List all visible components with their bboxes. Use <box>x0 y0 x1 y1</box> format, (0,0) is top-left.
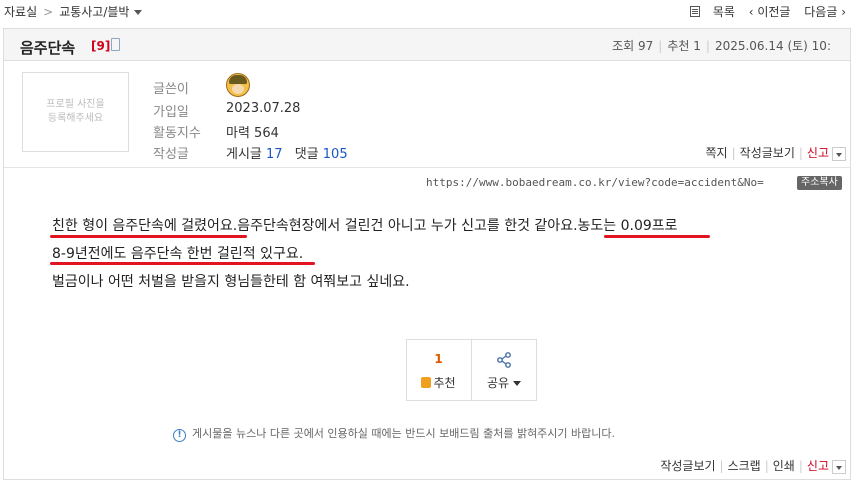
joined-date: 2023.07.28 <box>226 101 301 116</box>
writer-label: 글쓴이 <box>153 82 189 97</box>
underline-highlight <box>604 235 710 238</box>
message-link[interactable]: 쪽지 <box>706 146 728 160</box>
posts-label: 작성글 <box>153 147 189 162</box>
content-line-1: 친한 형이 음주단속에 걸렸어요.음주단속현장에서 걸린건 아니고 누가 신고를… <box>52 215 678 235</box>
post-date: 2025.06.14 (토) 10: <box>714 39 831 53</box>
chevron-down-icon <box>513 381 522 386</box>
underline-highlight <box>50 235 247 238</box>
post-navigation: 목록 ‹ 이전글 다음글 › <box>680 3 846 20</box>
comment-count-link[interactable]: 댓글 105 <box>295 147 348 162</box>
recommend-label: 추천 <box>667 39 690 53</box>
print-link[interactable]: 인쇄 <box>773 459 795 473</box>
content-segment-highlight-2: 농도는 0.09프로 <box>577 218 678 234</box>
mobile-icon <box>111 38 120 51</box>
dropdown-icon[interactable] <box>832 459 846 474</box>
scrap-link[interactable]: 스크랩 <box>728 459 761 473</box>
views-label: 조회 <box>612 39 635 53</box>
footer-actions: 작성글보기 | 스크랩 | 인쇄 | 신고 <box>660 457 846 474</box>
content-line-2: 8-9년전에도 음주단속 한번 걸린적 있구요. <box>52 246 304 262</box>
posts-stats: 게시글 17 댓글 105 <box>226 143 348 162</box>
author-actions: 쪽지 | 작성글보기 | 신고 <box>706 144 846 161</box>
crumb-category[interactable]: 교통사고/블박 <box>59 5 129 19</box>
report-link[interactable]: 신고 <box>807 146 829 160</box>
footer-report-link[interactable]: 신고 <box>807 459 829 473</box>
recommend-count: 1 <box>693 39 701 53</box>
views-count: 97 <box>638 39 654 53</box>
copy-url-button[interactable]: 주소복사 <box>797 176 842 190</box>
reaction-divider <box>471 340 472 400</box>
joined-label: 가입일 <box>153 105 189 120</box>
comment-count-badge[interactable]: [9] <box>91 39 110 53</box>
info-icon: ! <box>173 429 186 442</box>
recommend-count-display: 1 <box>434 352 443 366</box>
share-button[interactable]: 공유 <box>472 374 536 391</box>
post-url: https://www.bobaedream.co.kr/view?code=a… <box>426 176 764 189</box>
view-posts-link[interactable]: 작성글보기 <box>740 146 795 160</box>
post-count-link[interactable]: 게시글 17 <box>226 147 283 162</box>
post-meta: 조회 97 | 추천 1 | 2025.06.14 (토) 10: <box>612 39 831 53</box>
list-button[interactable]: 목록 <box>689 5 735 19</box>
content-segment-highlight-1: 친한 형이 음주단속에 걸렸어요. <box>52 218 238 234</box>
underline-highlight <box>50 262 315 265</box>
profile-photo-text: 프로필 사진을 등록해주세요 <box>46 99 105 124</box>
next-post-link[interactable]: 다음글 › <box>804 5 846 19</box>
activity-value: 마력 564 <box>226 126 279 141</box>
thumbs-up-icon <box>421 377 432 388</box>
chevron-down-icon[interactable] <box>134 10 143 15</box>
crumb-separator: > <box>43 5 54 19</box>
post-title: 음주단속 <box>20 39 76 57</box>
content-segment: 음주단속현장에서 걸린건 아니고 누가 신고를 한것 같아요. <box>237 218 578 234</box>
content-line-3: 벌금이나 어떤 처벌을 받을지 형님들한테 함 여쭤보고 싶네요. <box>52 274 410 290</box>
list-icon <box>689 6 700 17</box>
crumb-home[interactable]: 자료실 <box>4 5 37 19</box>
share-icon[interactable] <box>496 352 512 368</box>
citation-notice: ! 게시물을 뉴스나 다른 곳에서 인용하실 때에는 반드시 보배드림 출처를 밝… <box>173 425 615 442</box>
activity-label: 활동지수 <box>153 126 201 141</box>
breadcrumb: 자료실 > 교통사고/블박 <box>4 3 143 20</box>
dropdown-icon[interactable] <box>832 146 846 161</box>
prev-post-link[interactable]: ‹ 이전글 <box>749 5 791 19</box>
recommend-button[interactable]: 추천 <box>406 374 471 391</box>
avatar[interactable] <box>226 73 250 97</box>
divider <box>4 167 850 168</box>
footer-view-posts-link[interactable]: 작성글보기 <box>660 459 715 473</box>
